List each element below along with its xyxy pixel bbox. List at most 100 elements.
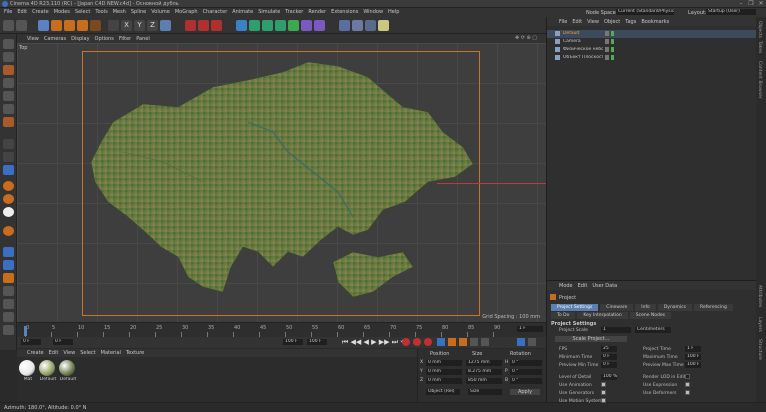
size-mode-select[interactable]: Size <box>468 389 502 395</box>
attribute-tab[interactable]: Project Settings <box>551 304 599 311</box>
vertical-tab[interactable]: Content Browser <box>757 61 762 99</box>
viewport-menu-view[interactable]: View <box>27 36 39 42</box>
attribute-menu-user-data[interactable]: User Data <box>592 283 617 289</box>
checkbox[interactable] <box>685 382 690 387</box>
live-selection-icon[interactable] <box>3 247 14 257</box>
attribute-menu-mode[interactable]: Mode <box>559 283 573 289</box>
object-name[interactable]: Объект Плоскость <box>563 55 603 60</box>
object-menu-file[interactable]: File <box>559 19 567 25</box>
visibility-icon[interactable] <box>611 55 614 60</box>
render-lod-checkbox[interactable] <box>685 374 690 379</box>
key-rotation-icon[interactable] <box>459 338 467 346</box>
object-row[interactable]: Физическое небо <box>547 46 757 54</box>
redo-icon[interactable] <box>16 20 27 31</box>
viewport[interactable]: Top Grid Spacing : 100 mm <box>17 43 546 322</box>
render-settings-icon[interactable] <box>211 20 222 31</box>
material-menu-select[interactable]: Select <box>80 350 95 356</box>
layer-icon[interactable] <box>605 39 609 44</box>
checkbox[interactable] <box>601 382 606 387</box>
current-frame-field[interactable]: 1 F <box>517 326 543 332</box>
minimize-button[interactable]: – <box>736 0 746 8</box>
key-param-icon[interactable] <box>470 338 478 346</box>
min-frame-field[interactable]: 0 F <box>53 339 73 345</box>
material-menu-edit[interactable]: Edit <box>49 350 59 356</box>
cloner-icon[interactable] <box>275 20 286 31</box>
object-row[interactable]: Объект Плоскость <box>547 54 757 62</box>
object-menu-bookmarks[interactable]: Bookmarks <box>641 19 669 25</box>
key-scale-icon[interactable] <box>448 338 456 346</box>
layout-select[interactable]: Startup (User) <box>706 9 756 15</box>
vertical-tab[interactable]: Takes <box>757 41 762 53</box>
material-preview[interactable] <box>59 360 75 376</box>
polygons-mode-icon[interactable] <box>3 117 14 127</box>
end-frame-field[interactable]: 100 F <box>283 339 303 345</box>
attribute-field[interactable]: 100 F <box>685 354 701 360</box>
camera-icon[interactable] <box>365 20 376 31</box>
attribute-tab[interactable]: Info <box>635 304 656 311</box>
attribute-field[interactable]: 0 F <box>601 362 617 368</box>
key-pla-icon[interactable] <box>481 338 489 346</box>
menu-item-mograph[interactable]: MoGraph <box>175 9 198 15</box>
cube-icon[interactable] <box>236 20 247 31</box>
layer-icon[interactable] <box>605 47 609 52</box>
edges-mode-icon[interactable] <box>3 104 14 114</box>
object-menu-view[interactable]: View <box>587 19 599 25</box>
paint-icon[interactable] <box>3 286 14 296</box>
menu-item-tools[interactable]: Tools <box>95 9 107 15</box>
key-position-icon[interactable] <box>437 338 445 346</box>
playhead[interactable] <box>24 326 27 336</box>
points-mode-icon[interactable] <box>3 91 14 101</box>
menu-item-create[interactable]: Create <box>32 9 49 15</box>
visibility-icon[interactable] <box>611 31 614 36</box>
checkbox[interactable] <box>601 398 606 403</box>
select-tool-icon[interactable] <box>38 20 49 31</box>
menu-item-modes[interactable]: Modes <box>54 9 70 15</box>
tweak-icon[interactable] <box>3 226 14 236</box>
viewport-menu-options[interactable]: Options <box>95 36 114 42</box>
object-menu-edit[interactable]: Edit <box>572 19 582 25</box>
scale-project-button[interactable]: Scale Project... <box>555 336 627 342</box>
attribute-tab[interactable]: Key Interpolation <box>577 312 628 319</box>
menu-item-file[interactable]: File <box>4 9 12 15</box>
symmetry-icon[interactable] <box>3 273 14 283</box>
transport-icons[interactable]: ⏮ ◀◀ ◀ ▶ ▶▶ ⏭ ⟲ <box>342 338 406 347</box>
axis-mode-icon[interactable] <box>3 78 14 88</box>
workplane-icon[interactable] <box>3 152 14 162</box>
menu-item-spline[interactable]: Spline <box>131 9 146 15</box>
coordinate-system-icon[interactable] <box>108 20 119 31</box>
object-row[interactable]: Camera <box>547 38 757 46</box>
menu-item-simulate[interactable]: Simulate <box>258 9 280 15</box>
visibility-icon[interactable] <box>611 47 614 52</box>
menu-item-window[interactable]: Window <box>363 9 383 15</box>
timeline-ruler[interactable]: 0 5 10 15 20 25 30 35 40 45 50 55 60 65 70 75 80 85 90 1 F <box>17 322 546 337</box>
viewport-menu-cameras[interactable]: Cameras <box>44 36 66 42</box>
rotation-field[interactable]: 0 ° <box>510 360 542 366</box>
attribute-field[interactable]: 1 F <box>685 346 701 352</box>
attribute-field[interactable]: 100 F <box>685 362 701 368</box>
position-field[interactable]: 0 mm <box>426 369 462 375</box>
light-icon[interactable] <box>378 20 389 31</box>
solo-icon[interactable] <box>3 181 14 191</box>
extra-tool-icon[interactable] <box>3 325 14 335</box>
menu-item-volume[interactable]: Volume <box>151 9 170 15</box>
scale-tool-icon[interactable] <box>64 20 75 31</box>
object-menu-object[interactable]: Object <box>604 19 620 25</box>
menu-item-select[interactable]: Select <box>75 9 90 15</box>
size-field[interactable]: 850 mm <box>466 378 502 384</box>
node-space-select[interactable]: Current (Standard/Physical) <box>616 9 674 15</box>
lod-field[interactable]: 100 % <box>601 374 617 380</box>
position-field[interactable]: 0 mm <box>426 378 462 384</box>
layer-icon[interactable] <box>605 55 609 60</box>
layer-icon[interactable] <box>605 31 609 36</box>
attribute-tab[interactable]: Cineware <box>600 304 634 311</box>
attribute-tab[interactable]: To Do <box>551 312 576 319</box>
field-icon[interactable] <box>314 20 325 31</box>
viewport-nav-icons[interactable]: ✥ ⟳ ⊕ ▢ <box>515 35 537 41</box>
attribute-field[interactable]: 25 <box>601 346 617 352</box>
apply-button[interactable]: Apply <box>510 389 540 395</box>
coordinate-mode-select[interactable]: Object (Rel) <box>426 389 460 395</box>
y-axis-button[interactable]: Y <box>134 20 145 31</box>
viewport-menu-filter[interactable]: Filter <box>119 36 131 42</box>
make-editable-icon[interactable] <box>3 39 14 49</box>
solo-hierarchy-icon[interactable] <box>3 194 14 204</box>
